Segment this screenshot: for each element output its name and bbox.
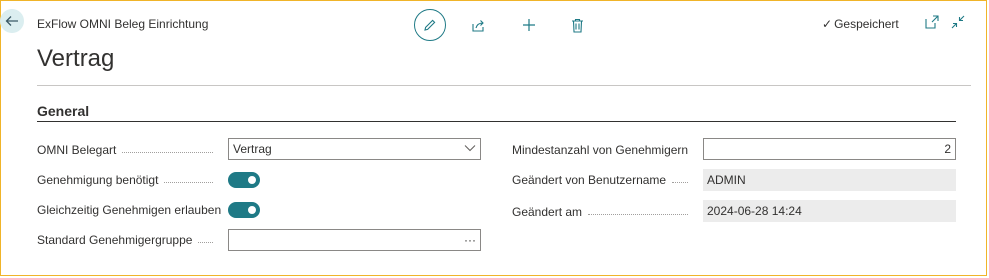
geaendert-am-value: 2024-06-28 14:24	[707, 204, 802, 218]
open-new-window-button[interactable]	[925, 15, 941, 31]
edit-icon	[424, 19, 436, 31]
add-icon	[523, 19, 535, 31]
mindestanzahl-row: Mindestanzahl von Genehmigern	[512, 139, 696, 161]
geaendert-von-row: Geändert von Benutzername	[512, 169, 696, 191]
genehmigung-benoetigt-label: Genehmigung benötigt	[37, 173, 221, 187]
lookup-ellipsis-button[interactable]: ···	[464, 233, 476, 247]
share-button[interactable]	[463, 10, 493, 40]
mindestanzahl-label: Mindestanzahl von Genehmigern	[512, 143, 689, 157]
chevron-down-icon	[464, 143, 476, 155]
share-icon	[471, 19, 484, 32]
genehmigung-benoetigt-row: Genehmigung benötigt	[37, 169, 221, 191]
open-new-window-icon	[925, 15, 939, 29]
mindestanzahl-input[interactable]: 2	[703, 138, 956, 160]
standard-genehmigergruppe-input[interactable]: ···	[228, 229, 481, 251]
geaendert-am-value-field: 2024-06-28 14:24	[703, 200, 956, 222]
geaendert-am-row: Geändert am	[512, 201, 696, 223]
omni-belegart-label: OMNI Belegart	[37, 143, 221, 157]
genehmigung-benoetigt-toggle[interactable]	[228, 172, 260, 188]
title-divider	[37, 85, 971, 86]
toggle-knob	[248, 176, 256, 184]
standard-genehmigergruppe-row: Standard Genehmigergruppe	[37, 229, 221, 251]
gleichzeitig-genehmigen-toggle[interactable]	[228, 202, 260, 218]
omni-belegart-row: OMNI Belegart	[37, 139, 221, 161]
section-divider	[37, 121, 956, 122]
collapse-button[interactable]	[951, 15, 967, 31]
page-title: Vertrag	[37, 45, 115, 72]
section-title-general[interactable]: General	[37, 103, 89, 119]
omni-belegart-value: Vertrag	[233, 142, 272, 156]
geaendert-von-label: Geändert von Benutzername	[512, 173, 696, 187]
delete-button[interactable]	[562, 10, 592, 40]
mindestanzahl-value: 2	[944, 142, 951, 156]
gleichzeitig-genehmigen-label: Gleichzeitig Genehmigen erlauben	[37, 203, 221, 217]
geaendert-von-value-field: ADMIN	[703, 169, 956, 191]
add-button[interactable]	[514, 10, 544, 40]
delete-icon	[571, 18, 583, 33]
back-button[interactable]	[0, 9, 24, 33]
geaendert-am-label: Geändert am	[512, 205, 696, 219]
checkmark-icon: ✓	[822, 17, 833, 31]
omni-belegart-select[interactable]: Vertrag	[228, 138, 481, 160]
arrow-left-icon	[5, 16, 18, 26]
gleichzeitig-genehmigen-row: Gleichzeitig Genehmigen erlauben	[37, 199, 221, 221]
collapse-icon	[951, 15, 965, 29]
standard-genehmigergruppe-label: Standard Genehmigergruppe	[37, 233, 221, 247]
geaendert-von-value: ADMIN	[707, 173, 746, 187]
toggle-knob	[248, 206, 256, 214]
app-title: ExFlow OMNI Beleg Einrichtung	[37, 17, 209, 31]
edit-button[interactable]	[414, 9, 446, 41]
saved-status: ✓ Gespeichert	[822, 17, 899, 31]
saved-status-label: Gespeichert	[834, 17, 899, 31]
